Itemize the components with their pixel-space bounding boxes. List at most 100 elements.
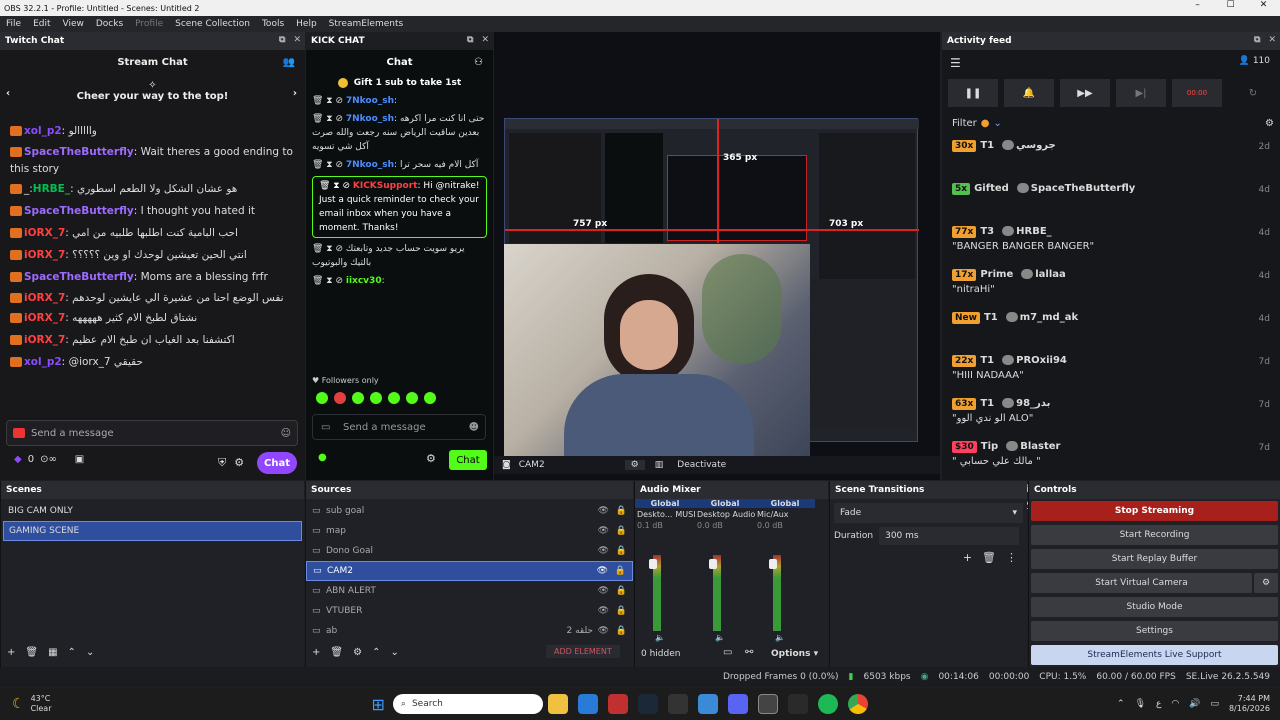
emote-icon[interactable] [334, 392, 346, 404]
mute-icon[interactable]: 🔈 [655, 633, 665, 642]
shield-icon[interactable]: ⛨ [218, 456, 226, 470]
users-icon[interactable]: 👥 [283, 57, 295, 68]
chat-username[interactable]: iORX_7 [24, 292, 65, 304]
activity-item[interactable]: 22x T1 PROxii94 7d "HIII NADAAA" [942, 351, 1280, 394]
app-icon[interactable] [607, 694, 628, 714]
down-icon[interactable]: ⌄ [86, 647, 94, 658]
activity-item[interactable]: 63x T1 بدر_98 7d "الو ندي الوو ALO" [942, 394, 1280, 437]
menu-scene-collection[interactable]: Scene Collection [169, 19, 256, 29]
gift-icon[interactable]: ▣ [75, 454, 84, 465]
chat-username[interactable]: xol_p2 [24, 125, 62, 137]
gear-icon[interactable]: ⚙ [1254, 573, 1278, 593]
gift-banner[interactable]: Gift 1 sub to take 1st [306, 74, 493, 92]
emote-icon[interactable] [316, 392, 328, 404]
battery-icon[interactable]: ▭ [1210, 699, 1219, 709]
link-icon[interactable]: ⚯ [745, 647, 753, 658]
visibility-icon[interactable]: 👁 [598, 506, 609, 516]
window-icon[interactable] [697, 694, 718, 714]
start-virtual-camera-button[interactable]: Start Virtual Camera [1031, 573, 1252, 593]
gear-icon[interactable]: ⚙ [426, 452, 436, 465]
chat-username[interactable]: SpaceTheButterfly [24, 205, 134, 217]
add-icon[interactable]: + [7, 647, 15, 658]
lock-icon[interactable]: 🔒 [616, 546, 627, 556]
kick-username[interactable]: 7Nkoo_sh [346, 114, 394, 124]
mod-actions-icon[interactable]: 🗑 ⧗ ⊘ [312, 96, 346, 106]
source-item[interactable]: ▭ sub goal 👁 🔒 [306, 501, 633, 521]
chevron-left-icon[interactable]: ‹ [6, 88, 10, 99]
bell-icon[interactable]: 🔔 [1004, 79, 1054, 107]
settings-button[interactable]: Settings [1031, 621, 1278, 641]
fast-forward-icon[interactable]: ▶▶ [1060, 79, 1110, 107]
transition-select[interactable]: Fade ▾ [834, 503, 1023, 523]
lock-icon[interactable]: 🔒 [616, 526, 627, 536]
float-icon[interactable]: ⧉ [1254, 35, 1260, 45]
emoji-icon[interactable]: ☻ [469, 422, 479, 433]
file-explorer-icon[interactable] [547, 694, 568, 714]
visibility-icon[interactable]: 👁 [598, 526, 609, 536]
lock-icon[interactable]: 🔒 [616, 506, 627, 516]
close-icon[interactable]: ✕ [1268, 35, 1276, 45]
pause-icon[interactable]: ❚❚ [948, 79, 998, 107]
search-box[interactable]: ⌕ Search [392, 694, 543, 714]
source-item[interactable]: ▭ VTUBER 👁 🔒 [306, 601, 633, 621]
scene-item-selected[interactable]: GAMING SCENE [3, 521, 302, 541]
streamelements-support-button[interactable]: StreamElements Live Support [1031, 645, 1278, 665]
filters-icon[interactable]: ▥ [655, 460, 664, 470]
chat-username[interactable]: iORX_7 [24, 312, 65, 324]
emoji-icon[interactable]: ☺ [281, 428, 291, 439]
chevron-down-icon[interactable]: ⌄ [994, 118, 1002, 129]
studio-mode-button[interactable]: Studio Mode [1031, 597, 1278, 617]
filter-icon[interactable]: ▦ [48, 647, 57, 658]
volume-slider[interactable] [649, 559, 657, 569]
chat-username[interactable]: iORX_7 [24, 334, 65, 346]
filter-bar[interactable]: Filter ● ⌄ ⚙ [942, 110, 1280, 136]
refresh-icon[interactable]: ↻ [1228, 79, 1278, 107]
source-item[interactable]: ▭ CAM2 👁 🔒 [306, 561, 633, 581]
bits-icon[interactable]: ◆ [14, 454, 22, 465]
source-item[interactable]: ▭ ab حلقه 2 👁 🔒 [306, 621, 633, 641]
menu-file[interactable]: File [0, 19, 27, 29]
float-icon[interactable]: ⧉ [467, 35, 473, 45]
up-icon[interactable]: ⌃ [372, 647, 380, 658]
mod-actions-icon[interactable]: 🗑 ⧗ ⊘ [312, 244, 346, 254]
steam-icon[interactable] [637, 694, 658, 714]
trash-icon[interactable]: 🗑 [25, 647, 38, 658]
chat-username[interactable]: iORX_7 [24, 249, 65, 261]
start-recording-button[interactable]: Start Recording [1031, 525, 1278, 545]
visibility-icon[interactable]: 👁 [598, 606, 609, 616]
skip-icon[interactable]: ▶| [1116, 79, 1166, 107]
kick-chat-button[interactable]: Chat [449, 450, 487, 470]
more-icon[interactable]: ⋮ [1006, 551, 1017, 564]
menu-streamelements[interactable]: StreamElements [323, 19, 410, 29]
emote-icon[interactable] [370, 392, 382, 404]
mic-icon[interactable]: 🎙 [1135, 699, 1146, 709]
discord-icon[interactable] [727, 694, 748, 714]
activity-item[interactable]: 5x Gifted SpaceTheButterfly 4d [942, 179, 1280, 222]
emote-icon[interactable] [388, 392, 400, 404]
gear-icon[interactable]: ⚙ [1265, 118, 1274, 129]
kick-username[interactable]: KICKSupport [353, 181, 418, 191]
source-item[interactable]: ▭ ABN ALERT 👁 🔒 [306, 581, 633, 601]
volume-slider[interactable] [769, 559, 777, 569]
points-icon[interactable]: ⊙∞ [40, 454, 57, 465]
stop-streaming-button[interactable]: Stop Streaming [1031, 501, 1278, 521]
menu-help[interactable]: Help [290, 19, 323, 29]
menu-docks[interactable]: Docks [90, 19, 129, 29]
menu-icon[interactable]: ☰ [950, 56, 961, 70]
mod-actions-icon[interactable]: 🗑 ⧗ ⊘ [312, 114, 346, 124]
lock-icon[interactable]: 🔒 [615, 566, 626, 576]
kick-username[interactable]: 7Nkoo_sh [346, 160, 394, 170]
windows-start-icon[interactable]: ⊞ [371, 695, 384, 714]
mute-icon[interactable]: 🔈 [715, 633, 725, 642]
mod-actions-icon[interactable]: 🗑 ⧗ ⊘ [319, 181, 353, 191]
volume-slider[interactable] [709, 559, 717, 569]
maximize-button[interactable]: ☐ [1214, 0, 1247, 10]
spotify-icon[interactable] [817, 694, 838, 714]
chrome-icon[interactable] [847, 694, 868, 714]
obs-icon[interactable] [757, 694, 778, 714]
add-element-button[interactable]: ADD ELEMENT [546, 645, 620, 658]
minimize-button[interactable]: – [1181, 0, 1214, 10]
visibility-icon[interactable]: 👁 [598, 586, 609, 596]
activity-item[interactable]: New T1 m7_md_ak 4d [942, 308, 1280, 351]
add-icon[interactable]: + [312, 647, 320, 658]
